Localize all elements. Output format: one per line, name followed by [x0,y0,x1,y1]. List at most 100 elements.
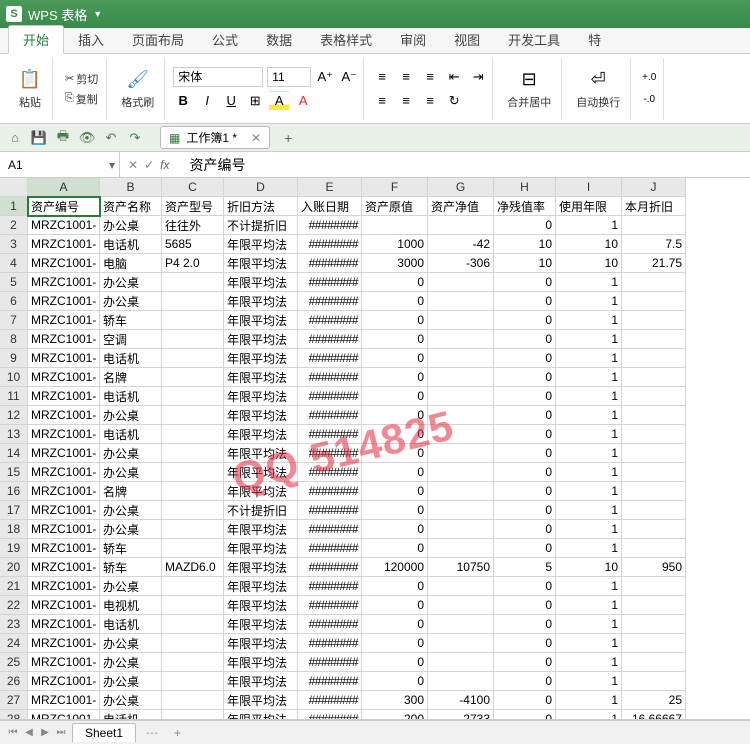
cell-r2-c4[interactable]: 不计提折旧 [224,216,298,235]
ribbon-tab-8[interactable]: 开发工具 [494,26,574,53]
add-sheet-plus-button[interactable]: + [168,726,187,740]
cell-r9-c1[interactable]: MRZC1001- [28,349,100,368]
cell-r11-c3[interactable] [162,387,224,406]
font-color-button[interactable]: A [293,91,313,111]
cell-r25-c9[interactable]: 1 [556,653,622,672]
cell-r18-c8[interactable]: 0 [494,520,556,539]
cell-r15-c5[interactable]: ######## [298,463,362,482]
paste-button[interactable]: 📋 粘贴 [12,66,48,112]
sheet-nav-first-icon[interactable]: ⏮ [6,727,20,738]
cell-r28-c10[interactable]: 16.66667 [622,710,686,720]
cell-r22-c3[interactable] [162,596,224,615]
cell-r14-c4[interactable]: 年限平均法 [224,444,298,463]
cell-r8-c9[interactable]: 1 [556,330,622,349]
cell-r6-c7[interactable] [428,292,494,311]
cell-r6-c3[interactable] [162,292,224,311]
cell-r16-c10[interactable] [622,482,686,501]
cell-header-8[interactable]: 使用年限 [556,197,622,216]
cell-r21-c7[interactable] [428,577,494,596]
cell-r7-c9[interactable]: 1 [556,311,622,330]
row-header-20[interactable]: 20 [0,558,28,577]
cell-r24-c6[interactable]: 0 [362,634,428,653]
cell-r16-c5[interactable]: ######## [298,482,362,501]
cell-r24-c7[interactable] [428,634,494,653]
cell-r9-c5[interactable]: ######## [298,349,362,368]
cell-r21-c2[interactable]: 办公桌 [100,577,162,596]
cell-r28-c9[interactable]: 1 [556,710,622,720]
cell-r2-c9[interactable]: 1 [556,216,622,235]
cell-r3-c2[interactable]: 电话机 [100,235,162,254]
cell-r20-c3[interactable]: MAZD6.0 [162,558,224,577]
cell-r26-c9[interactable]: 1 [556,672,622,691]
cell-r21-c6[interactable]: 0 [362,577,428,596]
underline-button[interactable]: U [221,91,241,111]
cell-r13-c9[interactable]: 1 [556,425,622,444]
row-header-5[interactable]: 5 [0,273,28,292]
cell-r3-c8[interactable]: 10 [494,235,556,254]
cell-r14-c8[interactable]: 0 [494,444,556,463]
cell-r14-c6[interactable]: 0 [362,444,428,463]
cell-r10-c7[interactable] [428,368,494,387]
font-size-select[interactable] [267,67,311,87]
cell-r13-c2[interactable]: 电话机 [100,425,162,444]
cell-r17-c9[interactable]: 1 [556,501,622,520]
cell-r21-c5[interactable]: ######## [298,577,362,596]
cell-r18-c2[interactable]: 办公桌 [100,520,162,539]
row-header-4[interactable]: 4 [0,254,28,273]
cell-r19-c8[interactable]: 0 [494,539,556,558]
qa-save-icon[interactable]: 💾 [30,129,48,147]
cell-r2-c6[interactable] [362,216,428,235]
bold-button[interactable]: B [173,91,193,111]
indent-dec-button[interactable]: ⇤ [444,67,464,87]
row-header-10[interactable]: 10 [0,368,28,387]
cell-r3-c6[interactable]: 1000 [362,235,428,254]
cell-r15-c6[interactable]: 0 [362,463,428,482]
cell-r26-c5[interactable]: ######## [298,672,362,691]
row-header-3[interactable]: 3 [0,235,28,254]
cell-r13-c8[interactable]: 0 [494,425,556,444]
cell-r27-c5[interactable]: ######## [298,691,362,710]
cell-r12-c6[interactable]: 0 [362,406,428,425]
ribbon-tab-4[interactable]: 数据 [252,26,306,53]
cell-r17-c7[interactable] [428,501,494,520]
cell-r9-c7[interactable] [428,349,494,368]
cell-r4-c2[interactable]: 电脑 [100,254,162,273]
cell-r10-c4[interactable]: 年限平均法 [224,368,298,387]
cell-r19-c7[interactable] [428,539,494,558]
cell-r12-c9[interactable]: 1 [556,406,622,425]
ribbon-tab-9[interactable]: 特 [574,26,615,53]
qa-undo-icon[interactable]: ↶ [102,129,120,147]
row-header-8[interactable]: 8 [0,330,28,349]
cell-r3-c9[interactable]: 10 [556,235,622,254]
sheet-nav-next-icon[interactable]: ▶ [38,727,52,738]
cell-r27-c8[interactable]: 0 [494,691,556,710]
cell-r12-c2[interactable]: 办公桌 [100,406,162,425]
cell-r22-c6[interactable]: 0 [362,596,428,615]
cell-r20-c8[interactable]: 5 [494,558,556,577]
cell-r9-c6[interactable]: 0 [362,349,428,368]
row-header-27[interactable]: 27 [0,691,28,710]
cell-header-1[interactable]: 资产名称 [100,197,162,216]
cell-r16-c7[interactable] [428,482,494,501]
cell-r15-c1[interactable]: MRZC1001- [28,463,100,482]
cell-r8-c10[interactable] [622,330,686,349]
sheet-nav-last-icon[interactable]: ⏭ [54,727,68,738]
fx-confirm-icon[interactable]: ✓ [144,158,154,172]
cell-r19-c4[interactable]: 年限平均法 [224,539,298,558]
cell-r4-c6[interactable]: 3000 [362,254,428,273]
cell-r26-c2[interactable]: 办公桌 [100,672,162,691]
align-top-button[interactable]: ≡ [372,67,392,87]
cell-r24-c10[interactable] [622,634,686,653]
qa-redo-icon[interactable]: ↷ [126,129,144,147]
cell-r25-c4[interactable]: 年限平均法 [224,653,298,672]
cell-r23-c5[interactable]: ######## [298,615,362,634]
align-mid-button[interactable]: ≡ [396,67,416,87]
cell-r10-c5[interactable]: ######## [298,368,362,387]
fill-color-button[interactable]: A [269,91,289,111]
qa-preview-icon[interactable]: 👁 [78,129,96,147]
cell-r23-c7[interactable] [428,615,494,634]
cell-r28-c4[interactable]: 年限平均法 [224,710,298,720]
cell-r16-c9[interactable]: 1 [556,482,622,501]
row-header-28[interactable]: 28 [0,710,28,720]
cell-header-4[interactable]: 入账日期 [298,197,362,216]
